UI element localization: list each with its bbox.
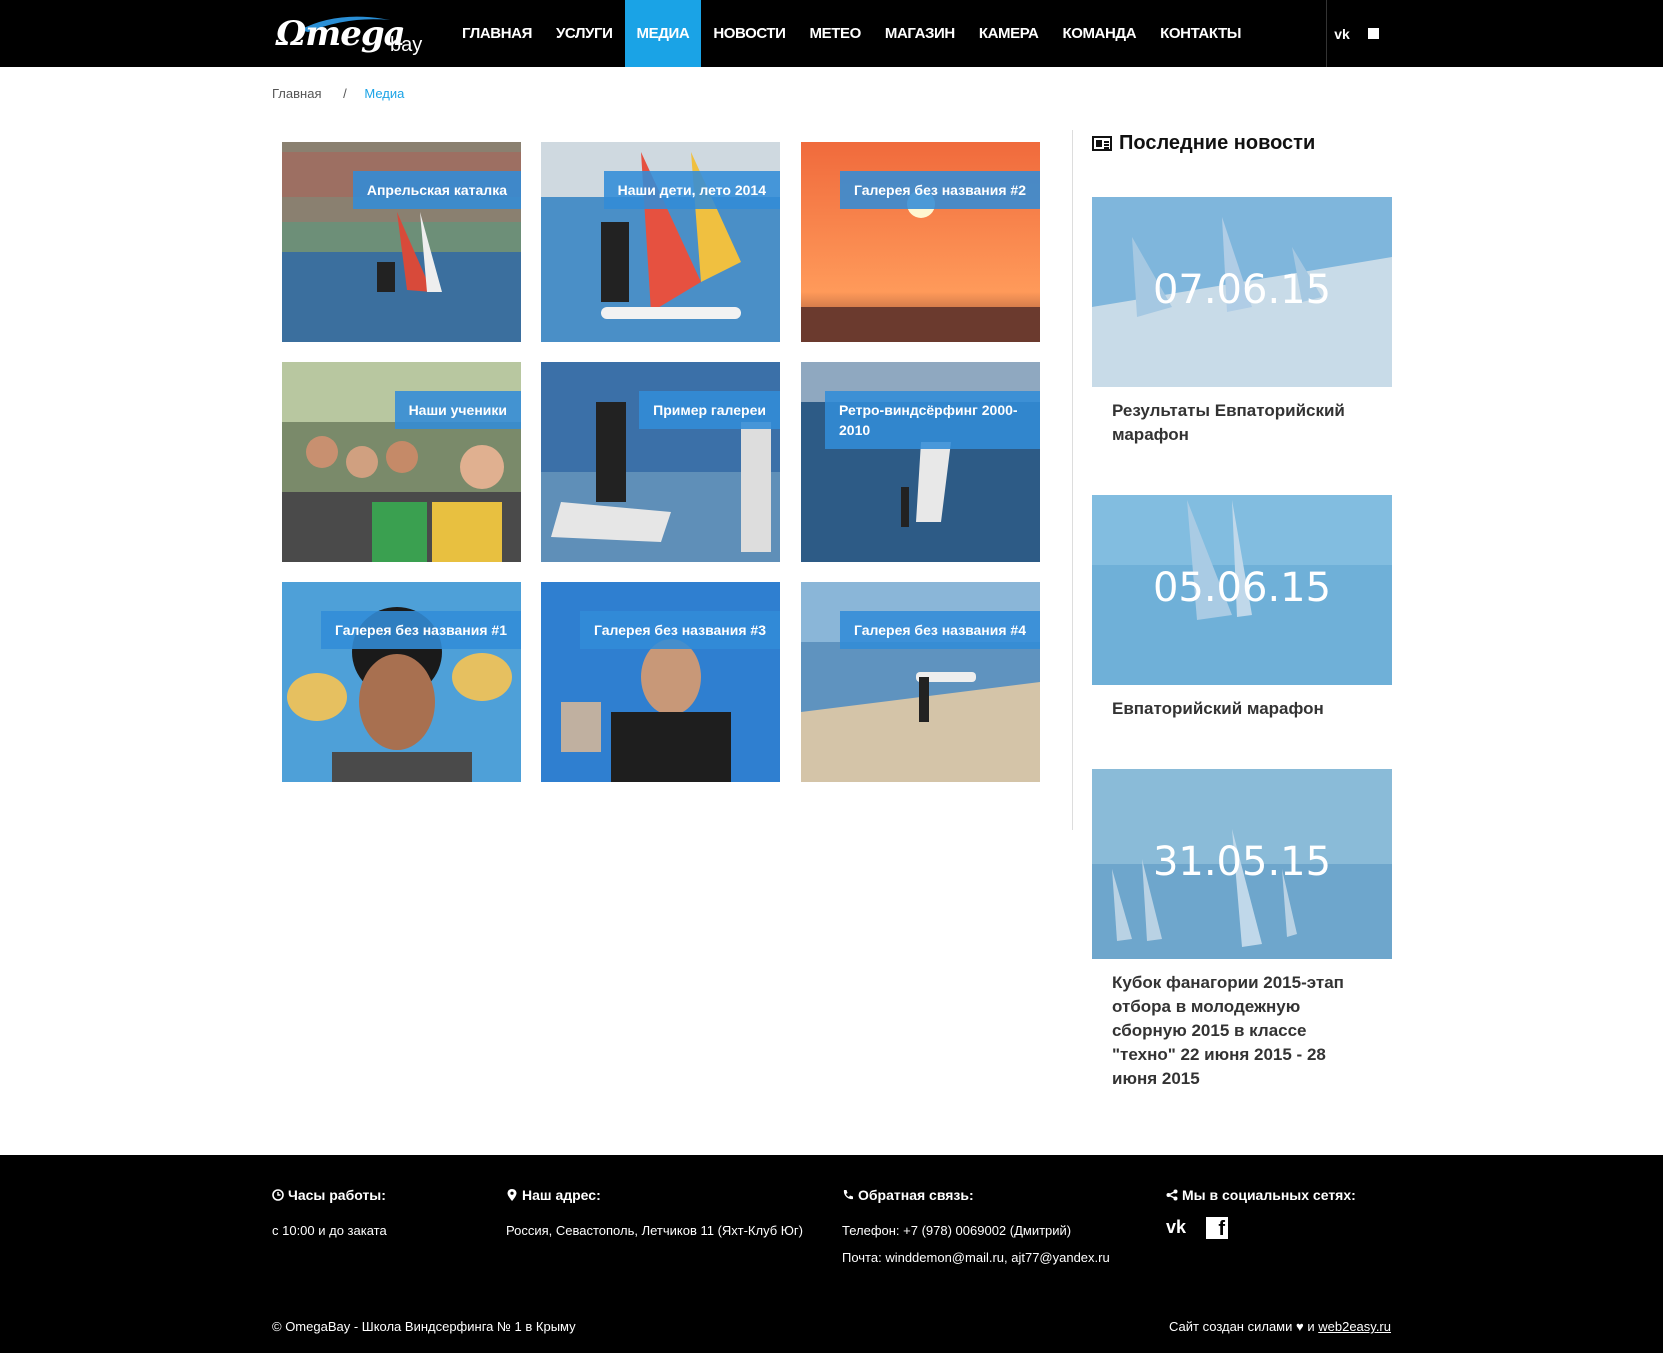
sidebar-title-text: Последние новости [1119,132,1316,154]
nav-item-weather[interactable]: МЕТЕО [798,0,873,67]
nav-item-shop[interactable]: МАГАЗИН [873,0,967,67]
gallery-tile[interactable]: Апрельская каталка [282,142,521,342]
breadcrumb: Главная / Медиа [272,86,404,101]
news-card[interactable]: 07.06.15 Результаты Евпаторийский марафо… [1092,197,1392,447]
news-date: 05.06.15 [1152,565,1332,611]
footer-phone: Телефон: +7 (978) 0069002 (Дмитрий) [842,1223,1072,1238]
news-thumbnail: 07.06.15 [1092,197,1392,387]
gallery-tile-label: Наши дети, лето 2014 [603,171,780,209]
nav-item-news[interactable]: НОВОСТИ [701,0,797,67]
footer-address-text: Россия, Севастополь, Летчиков 11 (Яхт-Кл… [506,1223,803,1238]
footer-social: Мы в социальных сетях: vk f [1166,1187,1356,1240]
facebook-icon[interactable]: f [1367,27,1379,41]
gallery-tile-label: Ретро-виндсёрфинг 2000-2010 [825,391,1040,449]
vk-icon[interactable]: vk [1334,26,1350,42]
nav-item-contacts[interactable]: КОНТАКТЫ [1148,0,1253,67]
footer-hours-heading: Часы работы: [272,1187,387,1203]
news-date: 07.06.15 [1152,267,1332,313]
footer-contact-title: Обратная связь: [858,1187,974,1203]
footer-copyright: © OmegaBay - Школа Виндсерфинга № 1 в Кр… [272,1319,576,1334]
gallery-tile-label: Галерея без названия #3 [580,611,780,649]
footer-email[interactable]: Почта: winddemon@mail.ru, ajt77@yandex.r… [842,1244,1110,1271]
news-title[interactable]: Результаты Евпаторийский марафон [1112,399,1372,447]
main-nav: ГЛАВНАЯ УСЛУГИ МЕДИА НОВОСТИ МЕТЕО МАГАЗ… [450,0,1253,67]
footer-made-by: Сайт создан силами ♥ и web2easy.ru [1169,1319,1391,1334]
gallery-tile-label: Галерея без названия #4 [840,611,1040,649]
gallery-tile[interactable]: Галерея без названия #4 [801,582,1040,782]
gallery-tile-label: Наши ученики [394,391,521,429]
footer-address: Наш адрес: Россия, Севастополь, Летчиков… [506,1187,803,1244]
header-social: vk f [1326,0,1386,67]
nav-item-media[interactable]: МЕДИА [624,0,702,67]
breadcrumb-home[interactable]: Главная [272,86,321,101]
gallery-tile-label: Пример галереи [639,391,780,429]
gallery-tile[interactable]: Наши дети, лето 2014 [541,142,780,342]
breadcrumb-current: Медиа [364,86,405,101]
share-icon [1166,1189,1178,1201]
footer-hours-text: с 10:00 и до заката [272,1223,387,1238]
footer-social-title: Мы в социальных сетях: [1182,1187,1356,1203]
top-navbar: Ωmega bay ГЛАВНАЯ УСЛУГИ МЕДИА НОВОСТИ М… [0,0,1663,67]
vk-icon[interactable]: vk [1166,1217,1186,1239]
footer-address-title: Наш адрес: [522,1187,601,1203]
footer: Часы работы: с 10:00 и до заката Наш адр… [0,1155,1663,1353]
made-by-link[interactable]: web2easy.ru [1318,1319,1391,1334]
sidebar-title: Последние новости [1092,132,1315,155]
nav-item-team[interactable]: КОМАНДА [1050,0,1148,67]
footer-social-heading: Мы в социальных сетях: [1166,1187,1356,1203]
gallery-tile[interactable]: Пример галереи [541,362,780,562]
made-by-and: и [1307,1319,1315,1334]
breadcrumb-separator: / [343,86,347,101]
site-logo[interactable]: Ωmega bay [276,12,426,58]
nav-item-camera[interactable]: КАМЕРА [967,0,1051,67]
nav-item-services[interactable]: УСЛУГИ [544,0,625,67]
footer-hours-title: Часы работы: [288,1187,386,1203]
news-date: 31.05.15 [1152,839,1332,885]
heart-icon: ♥ [1296,1319,1304,1334]
gallery-tile[interactable]: Ретро-виндсёрфинг 2000-2010 [801,362,1040,562]
news-card[interactable]: 05.06.15 Евпаторийский марафон [1092,495,1392,721]
newspaper-icon [1092,136,1112,151]
sidebar-divider [1072,130,1073,830]
phone-icon [843,1190,853,1200]
map-marker-icon [507,1189,517,1201]
news-thumbnail: 05.06.15 [1092,495,1392,685]
news-title[interactable]: Евпаторийский марафон [1112,697,1372,721]
gallery-tile-label: Апрельская каталка [352,171,521,209]
gallery-tile[interactable]: Галерея без названия #3 [541,582,780,782]
news-thumbnail: 31.05.15 [1092,769,1392,959]
news-title[interactable]: Кубок фанагории 2015-этап отбора в молод… [1112,971,1372,1091]
gallery-tile[interactable]: Наши ученики [282,362,521,562]
news-card[interactable]: 31.05.15 Кубок фанагории 2015-этап отбор… [1092,769,1392,1091]
gallery-tile-label: Галерея без названия #2 [840,171,1040,209]
footer-contact-heading: Обратная связь: [842,1187,1110,1203]
gallery-tile-label: Галерея без названия #1 [321,611,521,649]
footer-contact: Обратная связь: Телефон: +7 (978) 006900… [842,1187,1110,1271]
logo-text: Ωmega [276,14,406,54]
logo-subtext: bay [390,34,423,56]
facebook-icon[interactable]: f [1206,1217,1229,1240]
footer-social-links: vk f [1166,1217,1356,1240]
nav-item-home[interactable]: ГЛАВНАЯ [450,0,544,67]
clock-icon [272,1189,284,1201]
footer-address-heading: Наш адрес: [506,1187,803,1203]
gallery-tile[interactable]: Галерея без названия #2 [801,142,1040,342]
footer-hours: Часы работы: с 10:00 и до заката [272,1187,387,1244]
gallery-tile[interactable]: Галерея без названия #1 [282,582,521,782]
made-by-prefix: Сайт создан силами [1169,1319,1293,1334]
